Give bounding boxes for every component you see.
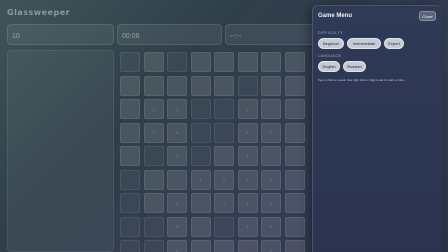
board-cell[interactable] (190, 193, 211, 213)
board-cell[interactable] (284, 122, 305, 143)
board-cell[interactable] (214, 240, 234, 252)
difficulty-expert-button[interactable]: Expert (384, 38, 404, 49)
board-cell[interactable] (261, 75, 281, 96)
board-cell[interactable]: 1 (261, 122, 281, 143)
board-cell[interactable]: 1 (214, 193, 234, 213)
board-cell[interactable] (237, 75, 258, 96)
board-cell[interactable] (284, 240, 305, 252)
board-cell[interactable] (261, 146, 281, 166)
side-panel (7, 50, 114, 252)
board-cell[interactable]: 1 (237, 216, 258, 237)
board-cell[interactable] (214, 216, 234, 237)
board-cell[interactable] (237, 52, 258, 72)
board-cell[interactable] (284, 99, 305, 119)
mines-value: 10 (12, 33, 20, 40)
board-cell[interactable] (120, 193, 140, 213)
board-cell[interactable] (284, 193, 305, 213)
board-cell[interactable] (120, 52, 140, 72)
timer: 00:06 (117, 24, 222, 45)
board-cell[interactable] (120, 99, 140, 119)
board-cell[interactable] (120, 240, 140, 252)
board-cell[interactable]: 1 (143, 99, 164, 119)
board-cell[interactable] (143, 216, 164, 237)
best-time-value: --:-- (230, 33, 242, 40)
board-cell[interactable]: 1 (167, 146, 187, 166)
menu-title: Game Menu (318, 13, 353, 19)
board-cell[interactable] (190, 240, 211, 252)
board-cell[interactable] (284, 169, 305, 190)
board-cell[interactable] (167, 75, 187, 96)
board-cell[interactable] (143, 169, 164, 190)
board-cell[interactable] (190, 52, 211, 72)
board-cell[interactable] (214, 75, 234, 96)
difficulty-beginner-button[interactable]: Beginner (318, 38, 344, 49)
board-cell[interactable] (261, 99, 281, 119)
board-cell[interactable] (214, 52, 234, 72)
board-cell[interactable]: 2 (143, 122, 164, 143)
board-cell[interactable] (143, 146, 164, 166)
timer-value: 00:06 (122, 33, 140, 40)
language-english-button[interactable]: English (318, 61, 340, 72)
board-cell[interactable] (214, 146, 234, 166)
board-cell[interactable]: 3 (167, 122, 187, 143)
best-time: --:-- (225, 24, 325, 45)
board-cell[interactable] (284, 75, 305, 96)
board-cell[interactable] (143, 240, 164, 252)
difficulty-intermediate-button[interactable]: Intermediate (347, 38, 381, 49)
board-cell[interactable] (214, 99, 234, 119)
board-cell[interactable]: 1 (237, 193, 258, 213)
board-cell[interactable]: 1 (167, 99, 187, 119)
mines-counter: 10 (7, 24, 114, 45)
board-cell[interactable] (167, 169, 187, 190)
board-cell[interactable] (237, 240, 258, 252)
board-cell[interactable] (143, 193, 164, 213)
board-cell[interactable] (120, 216, 140, 237)
board-cell[interactable] (284, 146, 305, 166)
menu-hint: Tap or click to reveal. Use right click … (318, 78, 405, 82)
board-cell[interactable]: 1 (237, 146, 258, 166)
board-cell[interactable]: 1 (190, 169, 211, 190)
board-cell[interactable] (190, 75, 211, 96)
game-menu-panel: Game Menu Close DIFFICULTY Beginner Inte… (312, 5, 442, 252)
board-cell[interactable] (120, 122, 140, 143)
board-cell[interactable] (284, 52, 305, 72)
board-cell[interactable] (190, 146, 211, 166)
board-cell[interactable] (190, 216, 211, 237)
board-cell[interactable]: 2 (261, 240, 281, 252)
board-cell[interactable] (120, 75, 140, 96)
difficulty-label: DIFFICULTY (318, 31, 343, 35)
board-cell[interactable]: 2 (237, 169, 258, 190)
board-cell[interactable] (214, 122, 234, 143)
board-cell[interactable] (120, 169, 140, 190)
board-cell[interactable]: 1 (167, 240, 187, 252)
board-cell[interactable] (284, 216, 305, 237)
board-cell[interactable]: 1 (214, 169, 234, 190)
board-cell[interactable]: 1 (261, 193, 281, 213)
close-button[interactable]: Close (419, 11, 436, 21)
language-russian-button[interactable]: Russian (343, 61, 366, 72)
board-cell[interactable] (261, 52, 281, 72)
board-cell[interactable] (143, 52, 164, 72)
board-cell[interactable]: 4 (237, 122, 258, 143)
board-cell[interactable] (167, 52, 187, 72)
board-cell[interactable]: 1 (261, 169, 281, 190)
board-cell[interactable] (190, 99, 211, 119)
board-cell[interactable] (120, 146, 140, 166)
board-cell[interactable]: 2 (167, 216, 187, 237)
board-cell[interactable]: 1 (237, 99, 258, 119)
page-title: Glassweeper (7, 8, 71, 17)
board-cell[interactable] (190, 122, 211, 143)
language-label: LANGUAGE (318, 54, 342, 58)
board-cell[interactable]: 1 (167, 193, 187, 213)
board-cell[interactable]: 1 (261, 216, 281, 237)
board-cell[interactable] (143, 75, 164, 96)
